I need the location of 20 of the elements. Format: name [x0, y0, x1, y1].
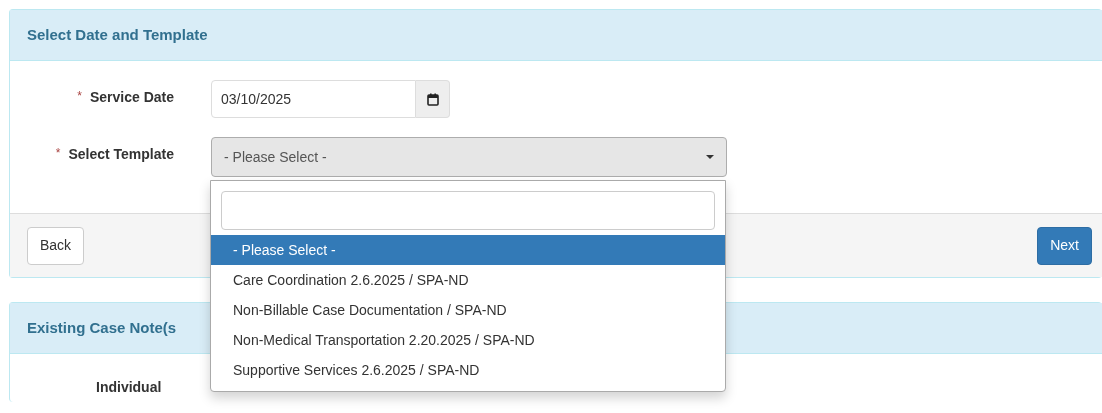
caret-icon: [706, 155, 714, 159]
back-button[interactable]: Back: [27, 226, 85, 265]
calendar-icon: [426, 92, 439, 106]
field-label: Service Date: [89, 88, 174, 107]
dropdown-option[interactable]: Non-Billable Case Documentation / SPA-ND: [211, 295, 725, 325]
required-asterisk: *: [77, 88, 82, 105]
panel-title: Existing Case Note(s: [27, 317, 177, 338]
field-label: Individual: [96, 379, 162, 395]
dropdown-option[interactable]: Non-Medical Transportation 2.20.2025 / SPA-ND: [211, 325, 725, 355]
panel-title: Select Date and Template: [27, 24, 208, 45]
dropdown-option[interactable]: Supportive Services 2.6.2025 / SPA-ND: [211, 355, 725, 385]
calendar-button[interactable]: [416, 80, 450, 118]
template-select[interactable]: - Please Select -: [211, 137, 727, 177]
required-asterisk: *: [55, 145, 61, 162]
dropdown-option[interactable]: - Please Select -: [211, 235, 725, 265]
dropdown-option[interactable]: Care Coordination 2.6.2025 / SPA-ND: [211, 265, 725, 295]
field-label: Select Template: [68, 145, 174, 164]
date-input[interactable]: 03/10/2025: [211, 80, 416, 118]
next-button[interactable]: Next: [1037, 226, 1092, 265]
search-field[interactable]: [221, 191, 715, 230]
